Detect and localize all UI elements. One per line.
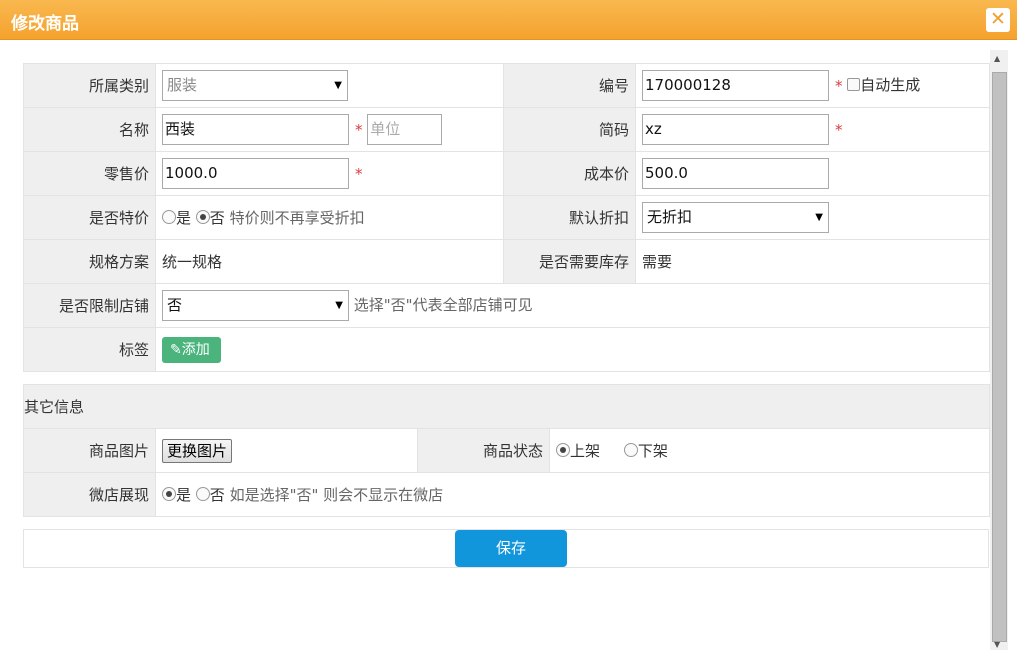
- add-tag-button[interactable]: ✎添加: [162, 336, 221, 363]
- row-image-status: 商品图片 更换图片 商品状态 上架 下架: [23, 428, 991, 473]
- auto-generate-checkbox[interactable]: [847, 78, 861, 91]
- status-off-radio[interactable]: [623, 443, 638, 457]
- restrict-store-select[interactable]: 否 ▼: [162, 290, 349, 321]
- discount-select[interactable]: 无折扣 ▼: [642, 202, 829, 233]
- code-label: 编号: [503, 63, 636, 108]
- other-info-title: 其它信息: [22, 384, 991, 429]
- name-label: 名称: [23, 107, 156, 152]
- product-form: 所属类别 服装 ▼ 编号 170000128 * 自动生成 名称 西装 * 单位 简…: [23, 63, 990, 372]
- wechat-no-radio[interactable]: [195, 487, 210, 501]
- image-label: 商品图片: [23, 428, 156, 473]
- row-name-shortcode: 名称 西装 * 单位 简码 xz *: [23, 107, 990, 152]
- unit-input[interactable]: 单位: [367, 114, 443, 145]
- wechat-label: 微店展现: [23, 472, 156, 517]
- restrict-store-label: 是否限制店铺: [23, 283, 156, 328]
- discount-select-value: 无折扣: [647, 208, 693, 226]
- cost-price-label: 成本价: [503, 151, 636, 196]
- short-code-label: 简码: [503, 107, 636, 152]
- restrict-store-hint: 选择"否"代表全部店铺可见: [353, 296, 533, 314]
- wechat-hint: 如是选择"否" 则会不显示在微店: [229, 486, 444, 504]
- retail-price-input[interactable]: 1000.0: [162, 158, 349, 189]
- tags-label: 标签: [23, 327, 156, 372]
- other-info-header: 其它信息: [22, 384, 991, 429]
- cost-price-input[interactable]: 500.0: [642, 158, 829, 189]
- dialog-content: 所属类别 服装 ▼ 编号 170000128 * 自动生成 名称 西装 * 单位 简…: [0, 41, 1017, 650]
- name-input[interactable]: 西装: [162, 114, 349, 145]
- dialog-title: 修改商品: [11, 14, 79, 34]
- special-label: 是否特价: [23, 195, 156, 240]
- wechat-no-label: 否: [209, 486, 225, 504]
- required-mark: *: [835, 120, 843, 139]
- chevron-down-icon: ▼: [335, 300, 343, 311]
- category-label: 所属类别: [23, 63, 156, 108]
- retail-price-label: 零售价: [23, 151, 156, 196]
- row-spec-stock: 规格方案 统一规格 是否需要库存 需要: [23, 239, 990, 284]
- save-button[interactable]: 保存: [455, 530, 567, 567]
- stock-label: 是否需要库存: [503, 239, 636, 284]
- stock-value: 需要: [635, 239, 990, 284]
- restrict-store-select-value: 否: [167, 296, 183, 314]
- chevron-down-icon: ▼: [334, 80, 342, 91]
- spec-label: 规格方案: [23, 239, 156, 284]
- close-icon[interactable]: ✕: [986, 8, 1010, 32]
- code-input[interactable]: 170000128: [642, 70, 829, 101]
- row-category-code: 所属类别 服装 ▼ 编号 170000128 * 自动生成: [23, 63, 990, 108]
- row-special-discount: 是否特价 是 否 特价则不再享受折扣 默认折扣 无折扣 ▼: [23, 195, 990, 240]
- add-tag-label: 添加: [181, 341, 210, 358]
- status-on-label: 上架: [570, 442, 601, 460]
- special-yes-label: 是: [176, 209, 192, 227]
- scrollbar-thumb[interactable]: [992, 72, 1007, 642]
- wechat-yes-label: 是: [176, 486, 192, 504]
- special-no-label: 否: [209, 209, 225, 227]
- save-bar: 保存: [23, 529, 989, 568]
- wechat-yes-radio[interactable]: [162, 487, 176, 501]
- row-restrict-store: 是否限制店铺 否 ▼ 选择"否"代表全部店铺可见: [23, 283, 990, 328]
- other-info-form: 其它信息 商品图片 更换图片 商品状态 上架 下架 微店展现 是 否 如是选择"…: [22, 384, 991, 517]
- pencil-icon: ✎: [170, 341, 182, 358]
- dialog-title-bar: 修改商品 ✕: [0, 0, 1017, 40]
- category-select-value: 服装: [167, 76, 198, 94]
- status-on-radio[interactable]: [556, 443, 570, 457]
- status-off-label: 下架: [637, 442, 668, 460]
- required-mark: *: [355, 120, 363, 139]
- special-no-radio[interactable]: [195, 210, 210, 224]
- spec-value: 统一规格: [155, 239, 504, 284]
- row-tags: 标签 ✎添加: [23, 327, 990, 372]
- category-select[interactable]: 服装 ▼: [162, 70, 348, 101]
- row-prices: 零售价 1000.0 * 成本价 500.0: [23, 151, 990, 196]
- special-yes-radio[interactable]: [162, 210, 176, 224]
- required-mark: *: [835, 76, 843, 95]
- auto-generate-label: 自动生成: [860, 76, 921, 94]
- row-wechat: 微店展现 是 否 如是选择"否" 则会不显示在微店: [23, 472, 991, 517]
- scrollbar[interactable]: ▲ ▼: [990, 50, 1008, 650]
- short-code-input[interactable]: xz: [642, 114, 829, 145]
- discount-label: 默认折扣: [503, 195, 636, 240]
- scroll-down-icon[interactable]: ▼: [994, 640, 1000, 649]
- special-hint: 特价则不再享受折扣: [229, 209, 365, 227]
- required-mark: *: [355, 164, 363, 183]
- status-label: 商品状态: [417, 428, 550, 473]
- scroll-up-icon[interactable]: ▲: [994, 54, 1000, 63]
- chevron-down-icon: ▼: [815, 212, 823, 223]
- change-image-button[interactable]: 更换图片: [162, 438, 233, 463]
